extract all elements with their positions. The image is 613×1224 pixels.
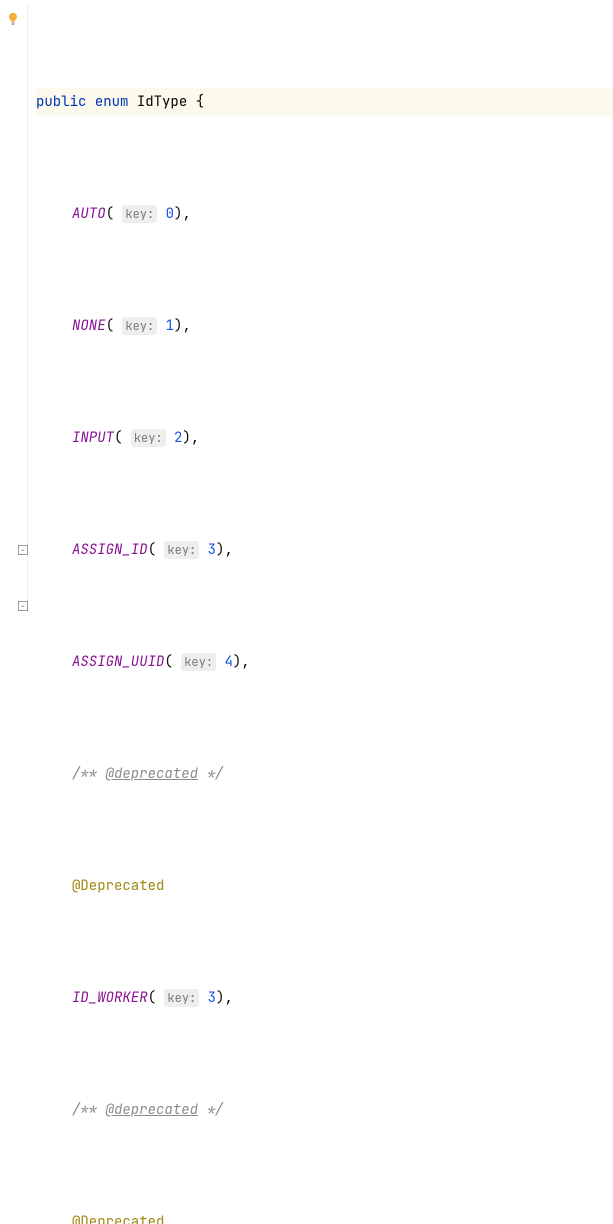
enum-constant: ASSIGN_ID <box>72 541 148 559</box>
javadoc-open: /** <box>72 1101 106 1119</box>
enum-constant: INPUT <box>72 429 114 447</box>
code-line: /** @deprecated */ <box>36 1096 613 1124</box>
javadoc-close: */ <box>198 1101 223 1119</box>
code-line: ASSIGN_ID( key: 3), <box>36 536 613 564</box>
enum-constant: NONE <box>72 317 106 335</box>
fold-toggle-icon[interactable]: − <box>18 601 28 611</box>
enum-constant: ASSIGN_UUID <box>72 653 164 671</box>
param-hint: key: <box>164 541 199 559</box>
enum-constant: AUTO <box>72 205 106 223</box>
javadoc-close: */ <box>198 765 223 783</box>
code-line: NONE( key: 1), <box>36 312 613 340</box>
number-literal: 3 <box>208 541 216 559</box>
intention-bulb-icon[interactable] <box>6 12 20 26</box>
javadoc-open: /** <box>72 765 106 783</box>
param-hint: key: <box>181 653 216 671</box>
param-hint: key: <box>164 989 199 1007</box>
param-hint: key: <box>131 429 166 447</box>
number-literal: 3 <box>208 989 216 1007</box>
code-line: AUTO( key: 0), <box>36 200 613 228</box>
annotation: @Deprecated <box>72 1213 164 1224</box>
number-literal: 4 <box>224 653 232 671</box>
fold-toggle-icon[interactable]: − <box>18 545 28 555</box>
number-literal: 1 <box>166 317 174 335</box>
number-literal: 0 <box>166 205 174 223</box>
enum-constant: ID_WORKER <box>72 989 148 1007</box>
code-line: /** @deprecated */ <box>36 760 613 788</box>
javadoc-tag: @deprecated <box>106 1101 198 1119</box>
param-hint: key: <box>122 317 157 335</box>
keyword-public: public <box>36 93 86 111</box>
code-line: @Deprecated <box>36 872 613 900</box>
brace-open: { <box>196 93 204 111</box>
code-area[interactable]: public enum IdType { AUTO( key: 0), NONE… <box>30 4 613 612</box>
param-hint: key: <box>122 205 157 223</box>
annotation: @Deprecated <box>72 877 164 895</box>
code-line: INPUT( key: 2), <box>36 424 613 452</box>
code-line: ID_WORKER( key: 3), <box>36 984 613 1012</box>
type-name: IdType <box>137 93 187 111</box>
code-line: ASSIGN_UUID( key: 4), <box>36 648 613 676</box>
editor-gutter: − − <box>0 4 30 612</box>
code-editor[interactable]: − − public enum IdType { AUTO( key: 0), … <box>0 0 613 612</box>
keyword-enum: enum <box>95 93 129 111</box>
javadoc-tag: @deprecated <box>106 765 198 783</box>
code-line: public enum IdType { <box>36 88 613 116</box>
code-line: @Deprecated <box>36 1208 613 1224</box>
